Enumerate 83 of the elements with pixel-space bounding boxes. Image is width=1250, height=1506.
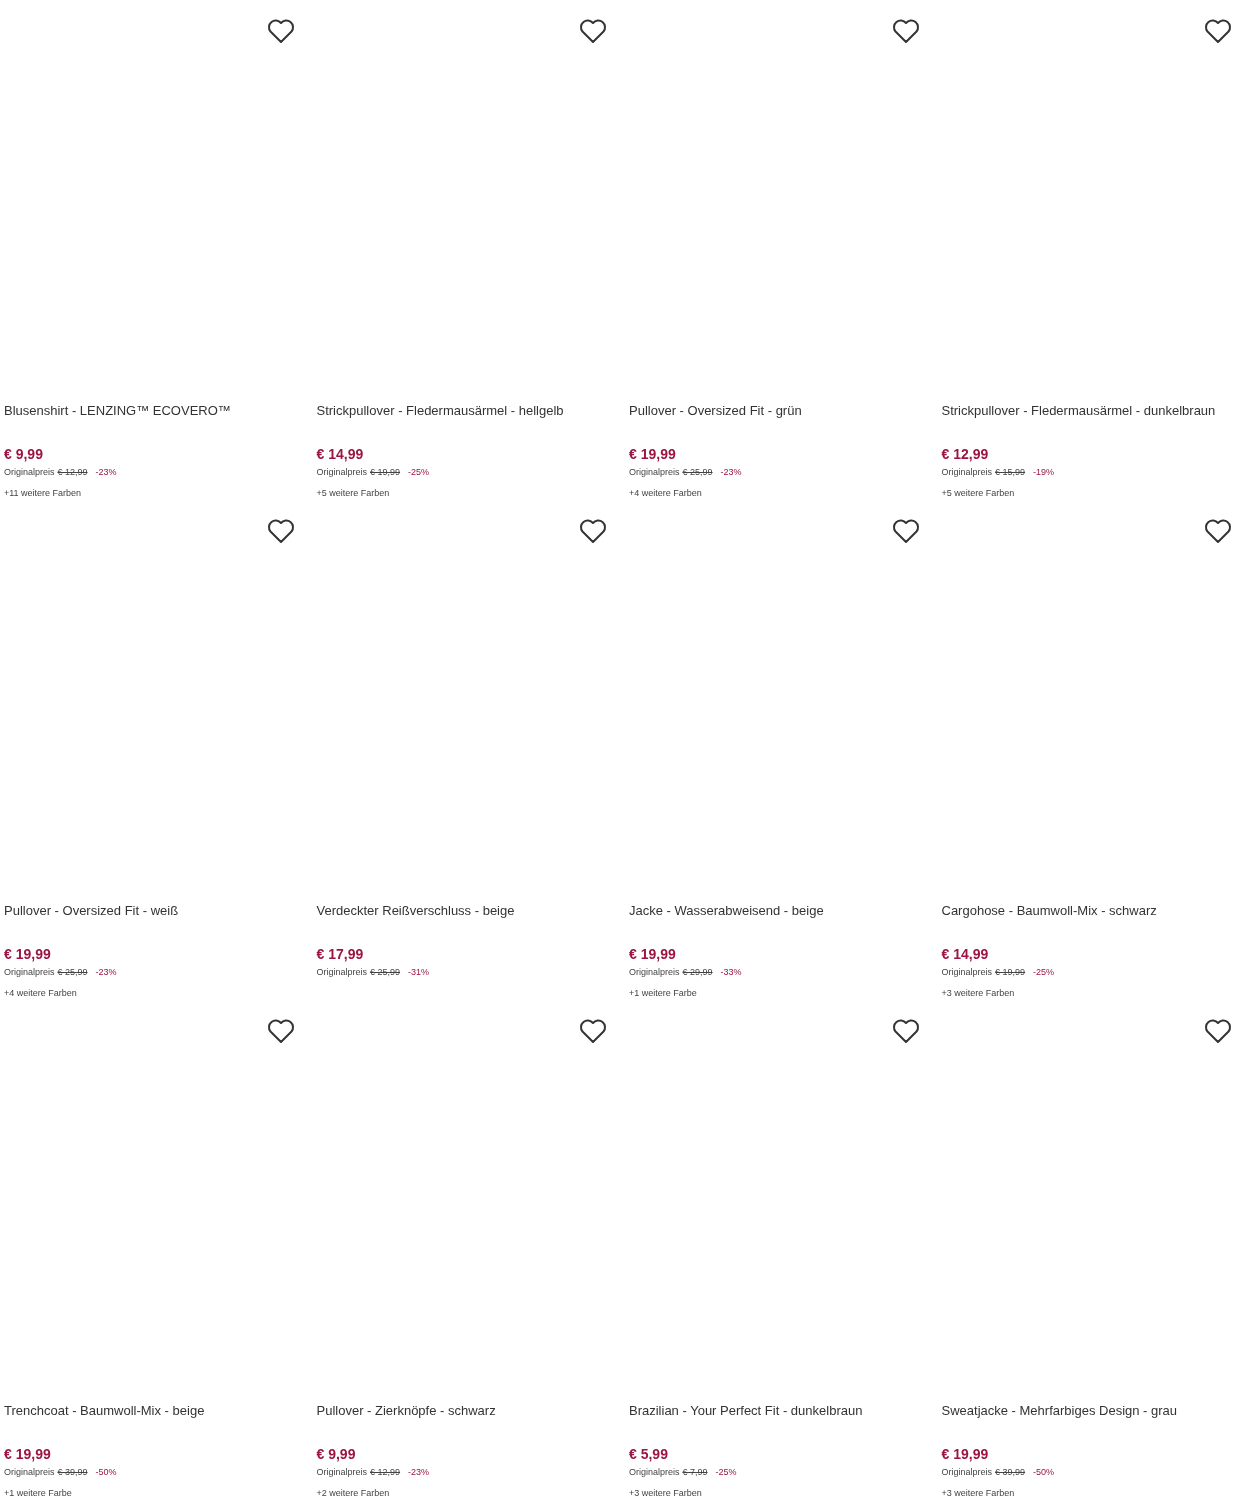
wishlist-heart-icon[interactable] xyxy=(266,1018,295,1044)
product-title[interactable]: Strickpullover - Fledermausärmel - hellgelb xyxy=(316,402,621,420)
original-price: € 12,99 xyxy=(57,466,88,478)
wishlist-heart-icon[interactable] xyxy=(1204,18,1232,44)
original-price: € 19,99 xyxy=(370,466,401,478)
product-title[interactable]: Sweatjacke - Mehrfarbiges Design - grau xyxy=(941,1402,1246,1420)
product-title[interactable]: Strickpullover - Fledermausärmel - dunkelbraun xyxy=(941,402,1246,420)
original-price: € 39,99 xyxy=(995,1466,1026,1478)
product-title[interactable]: Cargohose - Baumwoll-Mix - schwarz xyxy=(941,902,1246,920)
more-colors-link[interactable]: +3 weitere Farben xyxy=(941,987,1246,999)
sale-price: € 19,99 xyxy=(941,1446,990,1462)
wishlist-heart-icon[interactable] xyxy=(266,18,295,44)
original-price: € 19,99 xyxy=(995,966,1026,978)
more-colors-link[interactable]: +4 weitere Farben xyxy=(629,487,934,499)
product-title[interactable]: Verdeckter Reißverschluss - beige xyxy=(316,902,621,920)
sale-price: € 9,99 xyxy=(4,446,44,462)
product-title[interactable]: Blusenshirt - LENZING™ ECOVERO™ xyxy=(4,402,309,420)
sale-price: € 19,99 xyxy=(629,446,677,462)
product-title[interactable]: Pullover - Oversized Fit - weiß xyxy=(4,902,309,920)
discount: -25% xyxy=(715,1466,737,1478)
wishlist-heart-icon[interactable] xyxy=(579,18,607,44)
discount: -25% xyxy=(408,466,430,478)
original-price-label: Originalpreis xyxy=(629,1466,680,1478)
original-price: € 25,99 xyxy=(682,466,713,478)
product-title[interactable]: Jacke - Wasserabweisend - beige xyxy=(629,902,934,920)
wishlist-heart-icon[interactable] xyxy=(891,1018,920,1044)
original-price: € 15,99 xyxy=(995,466,1026,478)
original-price-label: Originalpreis xyxy=(316,1466,368,1478)
original-price-label: Originalpreis xyxy=(941,966,993,978)
sale-price: € 9,99 xyxy=(316,1446,357,1462)
original-price-label: Originalpreis xyxy=(4,1466,55,1478)
sale-price: € 19,99 xyxy=(629,946,677,962)
original-price-label: Originalpreis xyxy=(4,966,55,978)
sale-price: € 12,99 xyxy=(941,446,990,462)
original-price-label: Originalpreis xyxy=(316,466,368,478)
discount: -23% xyxy=(408,1466,430,1478)
original-price: € 12,99 xyxy=(370,1466,401,1478)
more-colors-link[interactable]: +2 weitere Farben xyxy=(316,1487,621,1499)
product-title[interactable]: Pullover - Zierknöpfe - schwarz xyxy=(316,1402,621,1420)
wishlist-heart-icon[interactable] xyxy=(1204,518,1232,544)
sale-price: € 14,99 xyxy=(941,946,990,962)
product-title[interactable]: Brazilian - Your Perfect Fit - dunkelbraun xyxy=(629,1402,934,1420)
wishlist-heart-icon[interactable] xyxy=(891,518,920,544)
discount: -25% xyxy=(1033,966,1055,978)
wishlist-heart-icon[interactable] xyxy=(579,518,607,544)
wishlist-heart-icon[interactable] xyxy=(1204,1018,1232,1044)
more-colors-link[interactable]: +1 weitere Farbe xyxy=(4,1487,309,1499)
product-title[interactable]: Pullover - Oversized Fit - grün xyxy=(629,402,934,420)
original-price: € 7,99 xyxy=(682,1466,708,1478)
sale-price: € 19,99 xyxy=(4,1446,52,1462)
discount: -23% xyxy=(95,466,117,478)
wishlist-heart-icon[interactable] xyxy=(891,18,920,44)
more-colors-link[interactable]: +3 weitere Farben xyxy=(629,1487,934,1499)
wishlist-heart-icon[interactable] xyxy=(266,518,295,544)
more-colors-link[interactable]: +5 weitere Farben xyxy=(941,487,1246,499)
sale-price: € 17,99 xyxy=(316,946,365,962)
discount: -31% xyxy=(408,966,430,978)
more-colors-link[interactable]: +1 weitere Farbe xyxy=(629,987,934,999)
sale-price: € 14,99 xyxy=(316,446,365,462)
original-price-label: Originalpreis xyxy=(316,966,368,978)
more-colors-link[interactable]: +11 weitere Farben xyxy=(4,487,309,499)
more-colors-link[interactable]: +3 weitere Farben xyxy=(941,1487,1246,1499)
discount: -19% xyxy=(1033,466,1055,478)
original-price: € 29,99 xyxy=(682,966,713,978)
discount: -23% xyxy=(720,466,742,478)
discount: -50% xyxy=(1033,1466,1055,1478)
original-price: € 25,99 xyxy=(370,966,401,978)
more-colors-link[interactable]: +4 weitere Farben xyxy=(4,987,309,999)
original-price-label: Originalpreis xyxy=(629,966,680,978)
more-colors-link[interactable]: +5 weitere Farben xyxy=(316,487,621,499)
discount: -23% xyxy=(95,966,117,978)
wishlist-heart-icon[interactable] xyxy=(579,1018,607,1044)
sale-price: € 5,99 xyxy=(629,1446,669,1462)
original-price: € 25,99 xyxy=(57,966,88,978)
original-price-label: Originalpreis xyxy=(941,466,993,478)
discount: -33% xyxy=(720,966,742,978)
original-price-label: Originalpreis xyxy=(941,1466,993,1478)
original-price: € 39,99 xyxy=(57,1466,88,1478)
sale-price: € 19,99 xyxy=(4,946,52,962)
original-price-label: Originalpreis xyxy=(629,466,680,478)
original-price-label: Originalpreis xyxy=(4,466,55,478)
product-title[interactable]: Trenchcoat - Baumwoll-Mix - beige xyxy=(4,1402,309,1420)
discount: -50% xyxy=(95,1466,117,1478)
